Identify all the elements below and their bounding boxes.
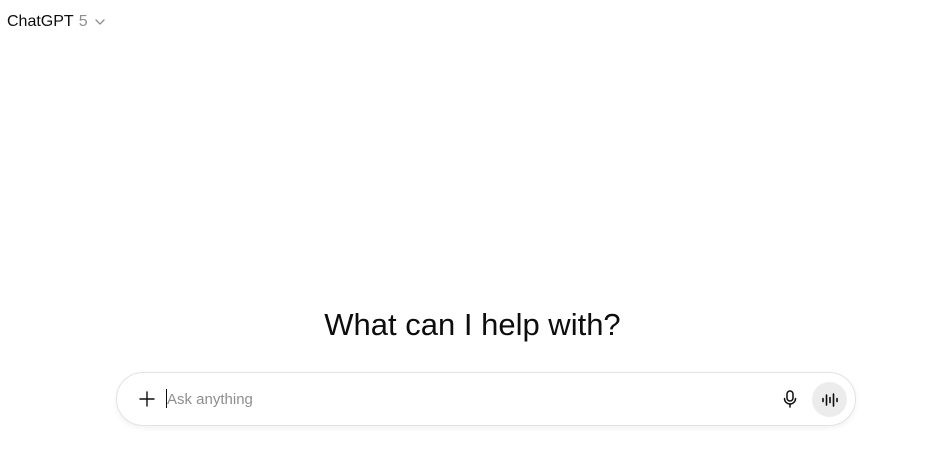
chat-page: ChatGPT 5 What can I help with? [0,0,945,457]
prompt-input[interactable] [167,387,747,411]
prompt-composer [116,372,856,426]
chevron-down-icon [94,16,106,28]
model-version: 5 [78,13,88,30]
plus-icon [138,390,156,408]
voice-waveform-icon [821,392,839,408]
page-headline: What can I help with? [324,307,621,342]
microphone-icon [781,389,799,409]
model-selector-button[interactable]: ChatGPT 5 [7,10,106,34]
model-name: ChatGPT [7,13,74,30]
voice-mode-button[interactable] [812,382,847,417]
add-attachment-button[interactable] [133,385,161,413]
text-caret [166,389,167,408]
dictate-button[interactable] [777,386,803,412]
